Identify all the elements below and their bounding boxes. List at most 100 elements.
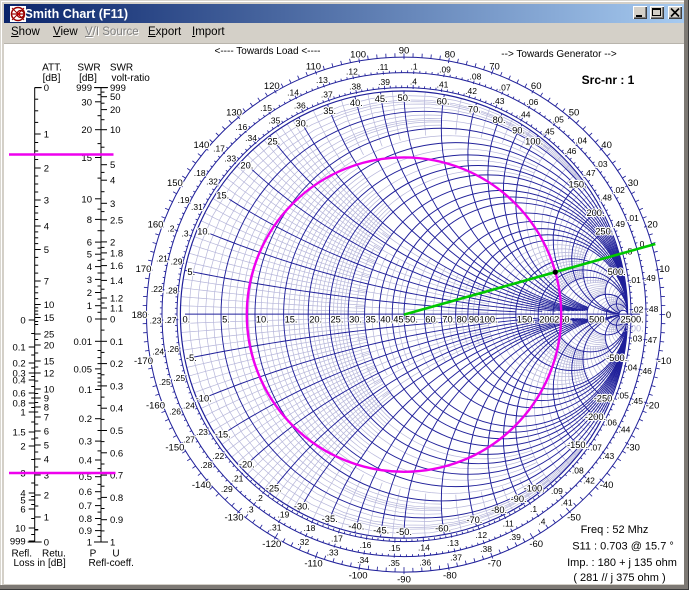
svg-text:0.3: 0.3 <box>79 437 92 448</box>
svg-text:Freq : 52 Mhz: Freq : 52 Mhz <box>581 524 649 536</box>
svg-text:-200.: -200. <box>585 412 606 422</box>
svg-text:60.: 60. <box>437 97 450 107</box>
svg-text:.07: .07 <box>590 443 602 453</box>
svg-text:30: 30 <box>628 178 639 189</box>
svg-text:-170: -170 <box>134 356 153 367</box>
svg-text:-70: -70 <box>488 559 502 570</box>
svg-text:.23: .23 <box>150 315 162 325</box>
svg-text:4: 4 <box>44 455 49 466</box>
svg-text:7: 7 <box>44 413 49 424</box>
svg-text:20: 20 <box>44 341 55 352</box>
svg-text:.38: .38 <box>480 544 492 554</box>
svg-text:130: 130 <box>226 107 242 118</box>
svg-text:-15.: -15. <box>215 429 231 439</box>
svg-text:0.8: 0.8 <box>79 514 92 525</box>
svg-text:-80: -80 <box>443 571 457 582</box>
svg-text:.04: .04 <box>575 136 587 146</box>
svg-text:60.: 60. <box>425 314 438 324</box>
svg-text:.14: .14 <box>287 87 299 97</box>
svg-text:6: 6 <box>44 427 49 438</box>
svg-text:Src-nr : 1: Src-nr : 1 <box>582 73 635 87</box>
svg-text:10: 10 <box>659 264 670 275</box>
svg-text:.02: .02 <box>613 185 625 195</box>
svg-text:20: 20 <box>647 220 658 231</box>
svg-text:250.: 250. <box>595 227 613 237</box>
svg-text:SWR: SWR <box>110 63 133 74</box>
svg-text:.01: .01 <box>629 275 641 285</box>
svg-text:10: 10 <box>15 524 26 535</box>
svg-text:4: 4 <box>110 176 115 187</box>
svg-text:.47: .47 <box>645 335 657 345</box>
svg-text:.03: .03 <box>630 334 642 344</box>
svg-text:.1: .1 <box>530 504 537 514</box>
svg-text:3: 3 <box>44 196 49 207</box>
svg-text:0.05: 0.05 <box>74 364 93 375</box>
svg-text:1.4: 1.4 <box>110 276 123 287</box>
svg-text:45.: 45. <box>375 94 388 104</box>
svg-text:ATT.: ATT. <box>42 63 62 74</box>
svg-text:-250.: -250. <box>594 393 615 403</box>
svg-text:.37: .37 <box>450 553 462 563</box>
svg-text:80.: 80. <box>493 115 506 125</box>
svg-text:.39: .39 <box>509 532 521 542</box>
svg-text:.12: .12 <box>475 530 487 540</box>
svg-text:.22: .22 <box>151 284 163 294</box>
svg-text:Refl-coeff.: Refl-coeff. <box>89 558 134 569</box>
svg-text:0.01: 0.01 <box>74 337 93 348</box>
svg-text:2: 2 <box>20 442 25 453</box>
svg-text:.06: .06 <box>605 418 617 428</box>
svg-text:-40.: -40. <box>348 522 364 532</box>
svg-text:10: 10 <box>81 194 92 205</box>
svg-text:5: 5 <box>87 250 92 261</box>
svg-text:.34: .34 <box>245 133 257 143</box>
svg-text:50: 50 <box>569 107 580 118</box>
svg-text:-50: -50 <box>567 513 581 524</box>
svg-text:1: 1 <box>87 301 92 312</box>
svg-text:.27: .27 <box>183 434 195 444</box>
svg-text:7: 7 <box>44 277 49 288</box>
svg-text:0.3: 0.3 <box>110 381 123 392</box>
svg-text:0.6: 0.6 <box>110 448 123 459</box>
svg-text:.24: .24 <box>152 346 164 356</box>
svg-text:.41: .41 <box>561 498 573 508</box>
svg-text:100: 100 <box>350 50 366 61</box>
svg-text:.18: .18 <box>194 168 206 178</box>
svg-text:70: 70 <box>489 62 500 73</box>
svg-text:S11 : 0.703 @ 15.7 °: S11 : 0.703 @ 15.7 ° <box>572 541 674 553</box>
svg-text:0.8: 0.8 <box>110 493 123 504</box>
svg-text:2: 2 <box>87 288 92 299</box>
svg-text:.22: .22 <box>212 451 224 461</box>
svg-text:0.2: 0.2 <box>79 414 92 425</box>
svg-text:.2: .2 <box>167 223 174 233</box>
svg-text:60: 60 <box>531 81 542 92</box>
svg-text:5: 5 <box>110 160 115 171</box>
svg-text:.48: .48 <box>646 304 658 314</box>
svg-text:.17: .17 <box>213 144 225 154</box>
svg-text:.42: .42 <box>583 476 595 486</box>
svg-text:.33: .33 <box>224 154 236 164</box>
svg-text:70.: 70. <box>442 314 455 324</box>
svg-text:.15: .15 <box>260 103 272 113</box>
svg-text:1.8: 1.8 <box>110 248 123 259</box>
svg-text:-20: -20 <box>646 401 660 412</box>
svg-text:15.: 15. <box>216 191 229 201</box>
svg-text:110: 110 <box>306 62 321 73</box>
svg-text:.41: .41 <box>437 79 449 89</box>
svg-text:.31: .31 <box>270 522 282 532</box>
svg-text:-35.: -35. <box>322 514 338 524</box>
svg-text:500.: 500. <box>589 314 607 324</box>
svg-text:1.1: 1.1 <box>110 304 123 315</box>
svg-text:160: 160 <box>148 220 164 231</box>
svg-text:2500.: 2500. <box>621 324 644 334</box>
svg-text:90.: 90. <box>512 126 525 136</box>
svg-text:-80.: -80. <box>491 505 507 515</box>
svg-text:-120: -120 <box>262 539 281 550</box>
svg-text:.47: .47 <box>584 168 596 178</box>
svg-text:100.: 100. <box>525 136 543 146</box>
svg-text:-60: -60 <box>529 539 543 550</box>
svg-text:0.1: 0.1 <box>79 385 92 396</box>
svg-text:.36: .36 <box>294 101 306 111</box>
svg-text:5.: 5. <box>187 267 195 277</box>
svg-text:0: 0 <box>87 315 92 326</box>
svg-text:-30: -30 <box>626 442 640 453</box>
